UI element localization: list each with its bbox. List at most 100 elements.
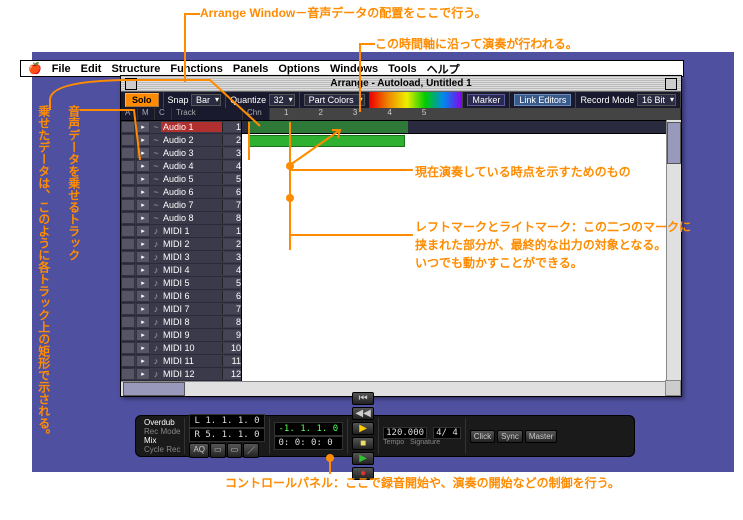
track-row[interactable]: ▸♪MIDI 1212 xyxy=(121,368,241,381)
track-output-icon[interactable]: ▸ xyxy=(136,147,150,159)
menu-file[interactable]: File xyxy=(52,63,71,75)
sync-button[interactable]: Sync xyxy=(497,430,523,443)
track-list[interactable]: ▸~Audio 11▸~Audio 22▸~Audio 33▸~Audio 44… xyxy=(121,121,242,383)
mode-overdub[interactable]: Overdub xyxy=(144,418,180,427)
track-row[interactable]: ▸♪MIDI 88 xyxy=(121,316,241,329)
mode-mix[interactable]: Mix xyxy=(144,436,180,445)
track-output-icon[interactable]: ▸ xyxy=(136,186,150,198)
snap-dropdown[interactable]: Bar xyxy=(191,94,221,106)
track-output-icon[interactable]: ▸ xyxy=(136,225,150,237)
scrollbar-horizontal[interactable] xyxy=(121,381,667,396)
track-mute-icon[interactable] xyxy=(121,290,135,302)
track-row[interactable]: ▸♪MIDI 77 xyxy=(121,303,241,316)
scroll-thumb-h[interactable] xyxy=(123,382,185,396)
track-mute-icon[interactable] xyxy=(121,329,135,341)
track-row[interactable]: ▸♪MIDI 99 xyxy=(121,329,241,342)
menu-edit[interactable]: Edit xyxy=(81,63,102,75)
marker-button[interactable]: Marker xyxy=(467,94,505,106)
tempo-value[interactable]: 120.000 xyxy=(383,427,427,439)
rewind-button[interactable]: ◀◀ xyxy=(352,407,374,420)
locator-display[interactable]: L 1. 1. 1. 0 R 5. 1. 1. 0 AQ ▭ ▭ ／ xyxy=(185,418,269,454)
tool-btn-1[interactable]: ▭ xyxy=(210,443,226,458)
linkeditors-button[interactable]: Link Editors xyxy=(514,94,571,106)
track-output-icon[interactable]: ▸ xyxy=(136,355,150,367)
track-mute-icon[interactable] xyxy=(121,355,135,367)
timesig-value[interactable]: 4/ 4 xyxy=(433,427,461,439)
track-row[interactable]: ▸~Audio 33 xyxy=(121,147,241,160)
track-output-icon[interactable]: ▸ xyxy=(136,160,150,172)
track-mute-icon[interactable] xyxy=(121,160,135,172)
menu-tools[interactable]: Tools xyxy=(388,63,417,75)
ffwd-button[interactable]: ▶ xyxy=(352,452,374,465)
track-row[interactable]: ▸♪MIDI 1111 xyxy=(121,355,241,368)
track-output-icon[interactable]: ▸ xyxy=(136,199,150,211)
track-output-icon[interactable]: ▸ xyxy=(136,173,150,185)
track-row[interactable]: ▸♪MIDI 22 xyxy=(121,238,241,251)
track-output-icon[interactable]: ▸ xyxy=(136,238,150,250)
time-counter[interactable]: 0: 0: 0: 0 xyxy=(274,436,344,450)
track-mute-icon[interactable] xyxy=(121,212,135,224)
track-output-icon[interactable]: ▸ xyxy=(136,121,150,133)
track-output-icon[interactable]: ▸ xyxy=(136,277,150,289)
click-button[interactable]: Click xyxy=(470,430,495,443)
track-output-icon[interactable]: ▸ xyxy=(136,134,150,146)
track-mute-icon[interactable] xyxy=(121,303,135,315)
track-row[interactable]: ▸♪MIDI 11 xyxy=(121,225,241,238)
cycle-locator-range[interactable] xyxy=(248,121,408,133)
track-row[interactable]: ▸♪MIDI 44 xyxy=(121,264,241,277)
track-output-icon[interactable]: ▸ xyxy=(136,290,150,302)
track-row[interactable]: ▸♪MIDI 1010 xyxy=(121,342,241,355)
track-row[interactable]: ▸~Audio 88 xyxy=(121,212,241,225)
zoom-box[interactable] xyxy=(665,78,677,90)
tool-btn-3[interactable]: ／ xyxy=(243,443,259,458)
audio-region[interactable] xyxy=(248,135,405,147)
track-mute-icon[interactable] xyxy=(121,251,135,263)
master-button[interactable]: Master xyxy=(525,430,557,443)
track-mute-icon[interactable] xyxy=(121,316,135,328)
solo-button[interactable]: Solo xyxy=(125,93,159,107)
track-row[interactable]: ▸~Audio 11 xyxy=(121,121,241,134)
track-output-icon[interactable]: ▸ xyxy=(136,329,150,341)
track-row[interactable]: ▸♪MIDI 66 xyxy=(121,290,241,303)
track-mute-icon[interactable] xyxy=(121,186,135,198)
track-output-icon[interactable]: ▸ xyxy=(136,264,150,276)
track-row[interactable]: ▸~Audio 66 xyxy=(121,186,241,199)
track-row[interactable]: ▸~Audio 77 xyxy=(121,199,241,212)
menu-options[interactable]: Options xyxy=(278,63,320,75)
play-button[interactable]: ▶ xyxy=(352,422,374,435)
rewind-start-button[interactable]: ⏮ xyxy=(352,392,374,405)
track-row[interactable]: ▸~Audio 22 xyxy=(121,134,241,147)
menu-panels[interactable]: Panels xyxy=(233,63,268,75)
position-display[interactable]: -1. 1. 1. 0 0: 0: 0: 0 xyxy=(270,418,349,454)
tool-btn-2[interactable]: ▭ xyxy=(227,443,243,458)
window-titlebar[interactable]: Arrange - Autoload, Untitled 1 xyxy=(121,76,681,92)
partcolors-dropdown[interactable]: Part Colors xyxy=(304,94,365,106)
mode-cyclerec[interactable]: Cycle Rec xyxy=(144,445,180,454)
tempo-display[interactable]: 120.000 4/ 4 Tempo Signature xyxy=(379,418,466,454)
mode-recmode[interactable]: Rec Mode xyxy=(144,427,180,436)
track-mute-icon[interactable] xyxy=(121,173,135,185)
track-mute-icon[interactable] xyxy=(121,134,135,146)
menu-functions[interactable]: Functions xyxy=(170,63,223,75)
track-mute-icon[interactable] xyxy=(121,121,135,133)
track-mute-icon[interactable] xyxy=(121,225,135,237)
track-output-icon[interactable]: ▸ xyxy=(136,212,150,224)
menu-windows[interactable]: Windows xyxy=(330,63,378,75)
quantize-dropdown[interactable]: 32 xyxy=(269,94,295,106)
close-box[interactable] xyxy=(125,78,137,90)
scroll-thumb-v[interactable] xyxy=(667,122,681,164)
time-ruler[interactable] xyxy=(242,121,681,134)
track-output-icon[interactable]: ▸ xyxy=(136,303,150,315)
track-mute-icon[interactable] xyxy=(121,277,135,289)
track-mute-icon[interactable] xyxy=(121,238,135,250)
track-output-icon[interactable]: ▸ xyxy=(136,251,150,263)
track-row[interactable]: ▸♪MIDI 55 xyxy=(121,277,241,290)
track-mute-icon[interactable] xyxy=(121,342,135,354)
track-mute-icon[interactable] xyxy=(121,199,135,211)
track-row[interactable]: ▸♪MIDI 33 xyxy=(121,251,241,264)
aq-button[interactable]: AQ xyxy=(189,443,209,458)
track-output-icon[interactable]: ▸ xyxy=(136,316,150,328)
grow-box[interactable] xyxy=(665,380,681,396)
recordmode-dropdown[interactable]: 16 Bit xyxy=(637,94,676,106)
transport-modes[interactable]: Overdub Rec Mode Mix Cycle Rec xyxy=(140,418,185,454)
